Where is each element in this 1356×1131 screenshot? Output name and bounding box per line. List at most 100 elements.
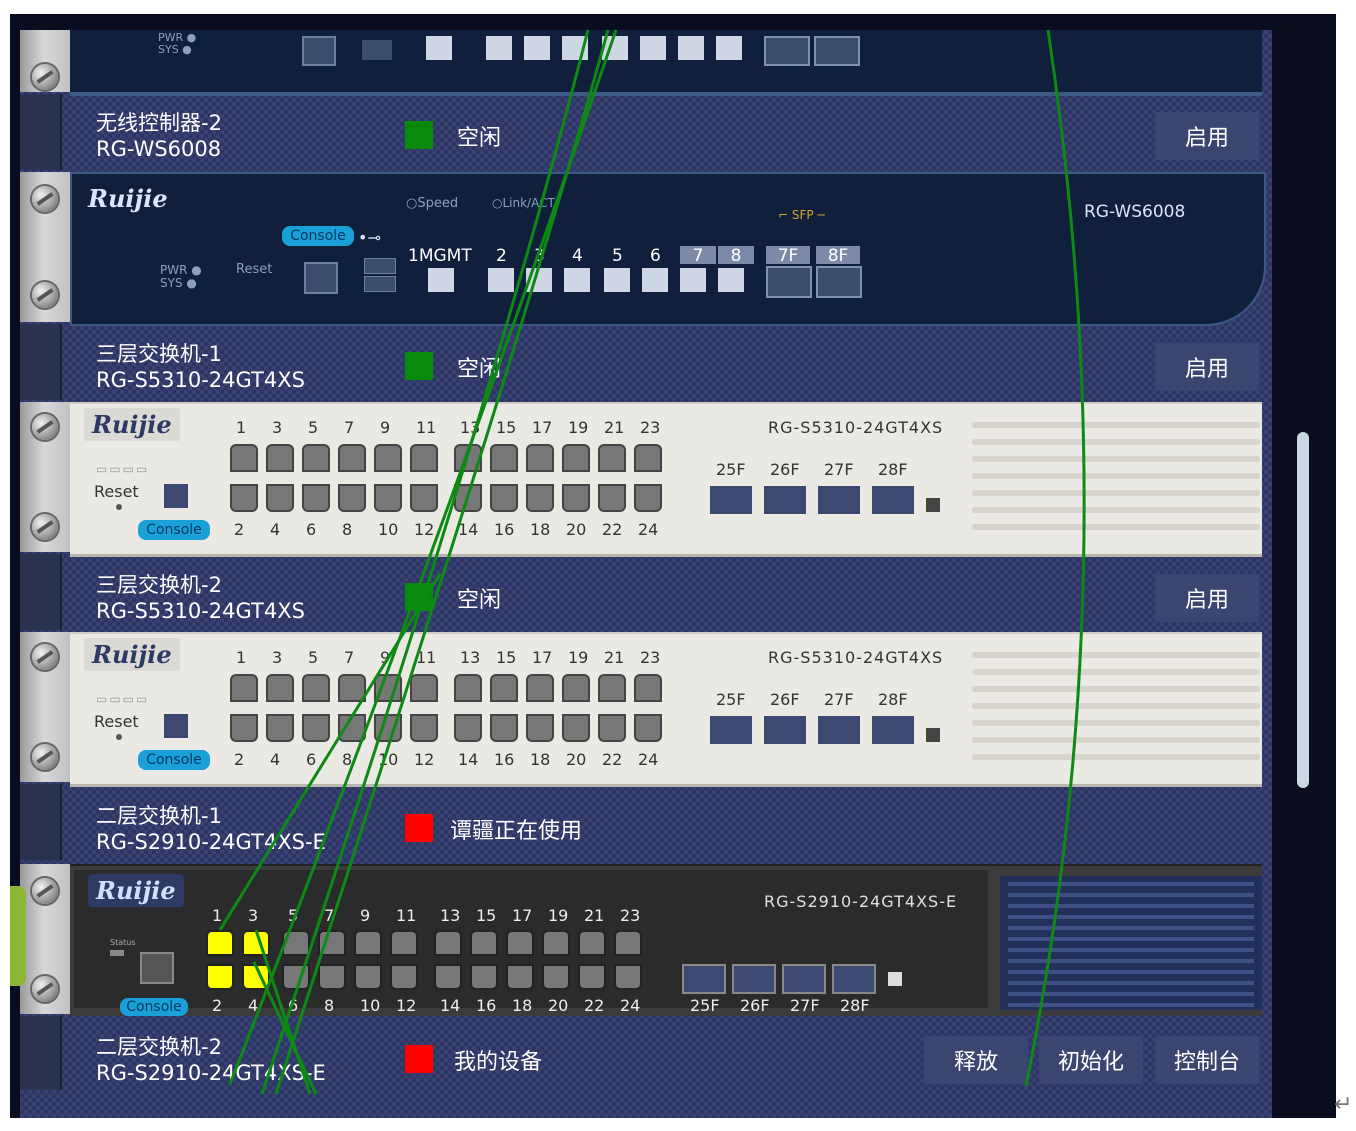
vent-slot: [972, 456, 1260, 462]
port-number: 5: [612, 246, 623, 266]
status-indicator: [405, 814, 433, 842]
ethernet-port: [614, 930, 642, 956]
screw-icon: [32, 514, 58, 540]
usb-port: [364, 258, 396, 274]
port-number: 22: [602, 520, 623, 539]
port-number: 13: [460, 418, 481, 437]
screw-icon: [32, 282, 58, 308]
port-number: 3: [534, 246, 545, 266]
port-number: 17: [532, 418, 553, 437]
port-number: 15: [476, 906, 497, 925]
usb-icon: •⊸: [358, 228, 381, 247]
status-text: 空闲: [457, 588, 502, 613]
ethernet-port: [486, 36, 512, 60]
port-number: 10: [378, 750, 399, 769]
ethernet-port: [230, 444, 258, 472]
console-button[interactable]: 控制台: [1155, 1036, 1259, 1084]
port-number: 2: [496, 246, 507, 266]
port-number: 6: [288, 996, 299, 1015]
screw-icon: [32, 186, 58, 212]
port-number: 24: [638, 520, 659, 539]
ethernet-port: [266, 484, 294, 512]
sfp-port: [816, 266, 862, 298]
enable-button[interactable]: 启用: [1155, 112, 1259, 160]
device-model: RG-S2910-24GT4XS-E: [96, 1061, 326, 1085]
port-number: 7: [344, 648, 355, 667]
port-number: 15: [496, 418, 517, 437]
ethernet-port: [490, 714, 518, 742]
ethernet-port: [526, 484, 554, 512]
initialize-button[interactable]: 初始化: [1039, 1036, 1143, 1084]
ethernet-port: [338, 484, 366, 512]
ethernet-port: [318, 930, 346, 956]
device-name: 三层交换机-1: [96, 342, 222, 366]
port-number: 4: [270, 520, 281, 539]
ethernet-port: [354, 964, 382, 990]
port-number: 8: [324, 996, 335, 1015]
sfp-number: 26F: [770, 690, 800, 709]
link-text: Link/ACT: [502, 196, 555, 210]
ethernet-port: [390, 964, 418, 990]
status-text: 谭疆正在使用: [450, 819, 583, 844]
scrollbar-thumb[interactable]: [1297, 432, 1309, 788]
ethernet-port: [302, 674, 330, 702]
port-number: 8: [342, 750, 353, 769]
ethernet-port: [526, 714, 554, 742]
ethernet-port: [266, 714, 294, 742]
ethernet-port: [678, 36, 704, 60]
ethernet-port: [230, 674, 258, 702]
ethernet-port: [454, 444, 482, 472]
sfp-port: [818, 486, 860, 514]
ethernet-port: [562, 444, 590, 472]
ethernet-port: [302, 714, 330, 742]
port-number: 15: [496, 648, 517, 667]
port-number: 19: [568, 648, 589, 667]
status-indicator: [405, 1045, 433, 1073]
sfp-number: 27F: [790, 996, 820, 1015]
ethernet-port: [634, 674, 662, 702]
sfp-number: 25F: [716, 460, 746, 479]
reset-hole: [116, 504, 122, 510]
ethernet-port: [434, 930, 462, 956]
ethernet-port: [634, 714, 662, 742]
port-number: 13: [440, 906, 461, 925]
status-text: 空闲: [457, 126, 502, 151]
return-glyph: ↵: [1334, 1092, 1353, 1117]
vent-slot: [972, 754, 1260, 760]
ethernet-port: [206, 964, 234, 990]
reset-label: Reset: [94, 482, 139, 501]
port-number: 11: [396, 906, 417, 925]
vent-slot: [1008, 937, 1254, 941]
ruijie-logo: Ruijie: [88, 874, 184, 907]
sfp-port: [872, 716, 914, 744]
screw-icon: [32, 878, 58, 904]
ethernet-port: [634, 444, 662, 472]
ethernet-port: [302, 444, 330, 472]
enable-button[interactable]: 启用: [1155, 574, 1259, 622]
status-indicator: [405, 583, 433, 611]
enable-button[interactable]: 启用: [1155, 343, 1259, 391]
link-label: ○Link/ACT: [492, 196, 555, 210]
sys-text: SYS: [160, 276, 183, 290]
device-model: RG-S5310-24GT4XS: [96, 368, 305, 392]
lock-icon: [888, 972, 902, 986]
ethernet-port: [454, 484, 482, 512]
side-handle[interactable]: [10, 886, 26, 986]
ethernet-port: [470, 964, 498, 990]
pwr-sys-label: PWR ● SYS ●: [160, 263, 202, 290]
release-button[interactable]: 释放: [924, 1036, 1028, 1084]
vent-slot: [972, 669, 1260, 675]
port-number: 1: [236, 648, 247, 667]
ethernet-port: [542, 964, 570, 990]
port-number: 7: [680, 246, 716, 266]
port-number: 23: [620, 906, 641, 925]
port-number: 6: [306, 750, 317, 769]
ethernet-port: [598, 714, 626, 742]
port-number: 18: [530, 520, 551, 539]
vent-area: [1000, 876, 1262, 1010]
vent-slot: [1008, 1003, 1254, 1007]
ethernet-port: [374, 714, 402, 742]
screw-icon: [32, 976, 58, 1002]
ethernet-port: [434, 964, 462, 990]
vent-slot: [972, 490, 1260, 496]
